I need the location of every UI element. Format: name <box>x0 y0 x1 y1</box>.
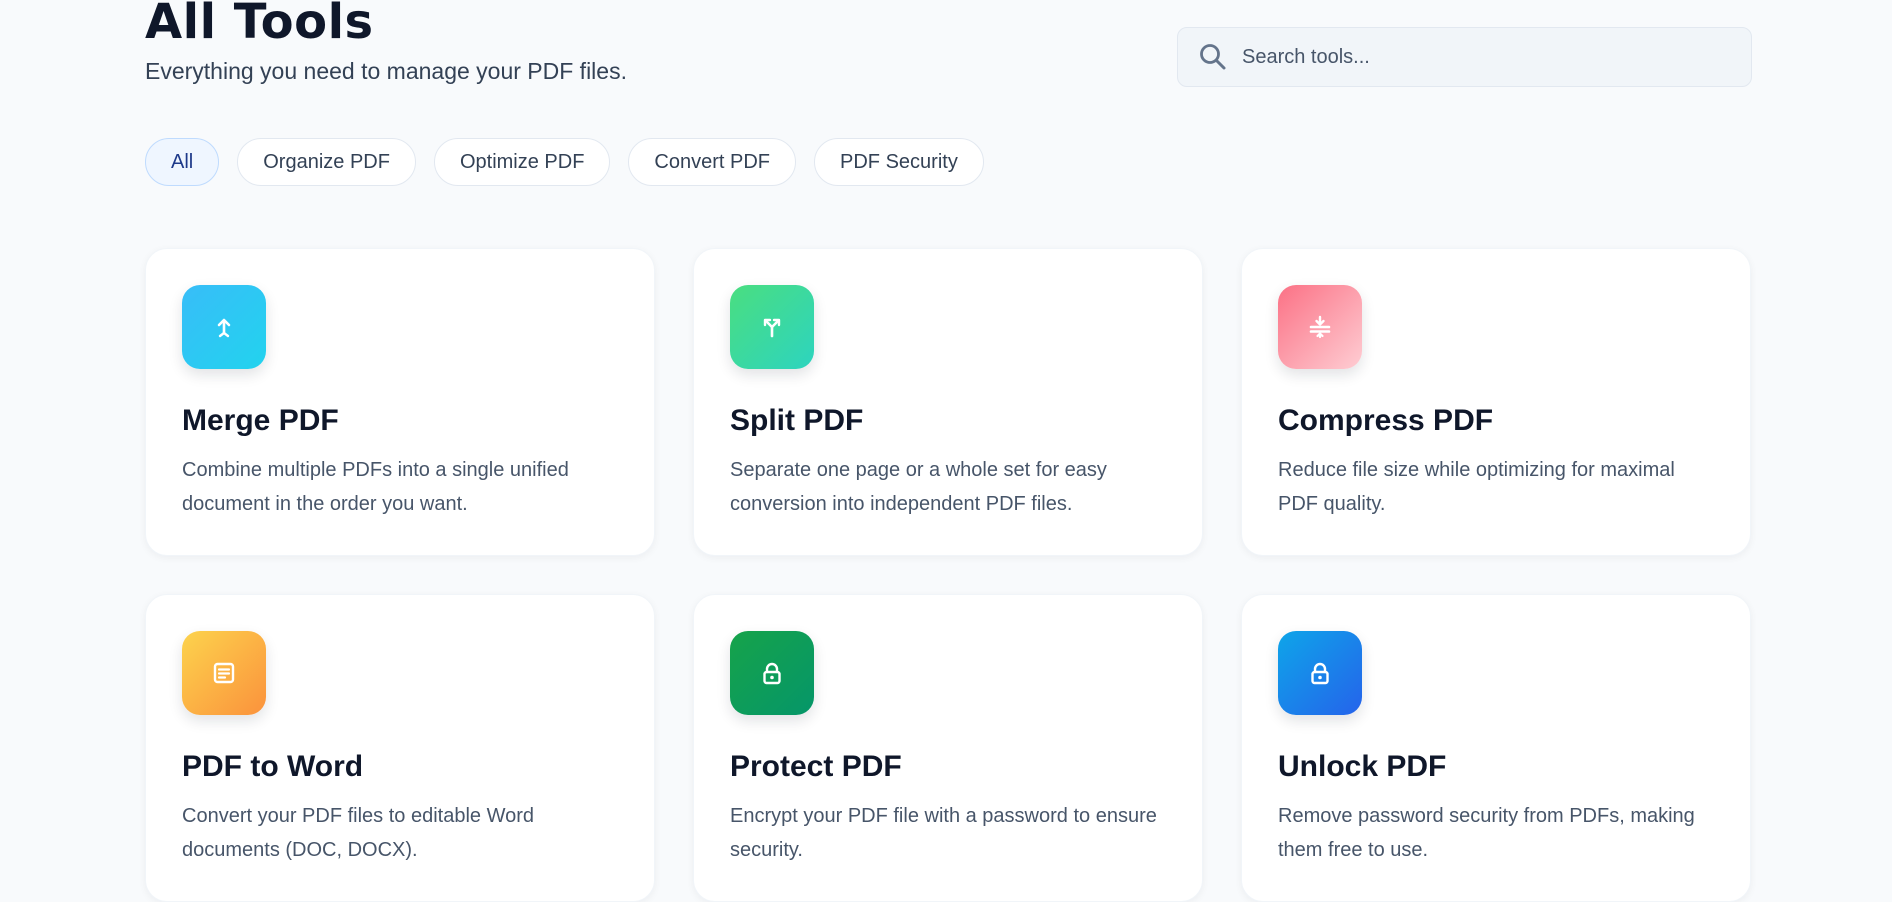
tool-description: Reduce file size while optimizing for ma… <box>1278 459 1675 515</box>
search-icon <box>1198 42 1228 72</box>
tool-description: Separate one page or a whole set for eas… <box>730 459 1107 515</box>
tools-grid: Merge PDF Combine multiple PDFs into a s… <box>145 248 1751 902</box>
filter-chips: All Organize PDF Optimize PDF Convert PD… <box>145 138 984 186</box>
tool-title: Merge PDF <box>182 404 339 437</box>
tool-description: Combine multiple PDFs into a single unif… <box>182 459 569 515</box>
search-input[interactable] <box>1242 45 1722 69</box>
merge-icon <box>182 285 266 369</box>
tool-title: PDF to Word <box>182 750 364 783</box>
filter-chip-all[interactable]: All <box>145 138 220 186</box>
tool-description: Convert your PDF files to editable Word … <box>182 805 535 861</box>
tool-title: Compress PDF <box>1278 404 1494 437</box>
tool-card-pdf-to-word[interactable]: PDF to Word Convert your PDF files to ed… <box>145 594 655 902</box>
split-icon <box>730 285 814 369</box>
search-box[interactable] <box>1177 27 1752 87</box>
filter-chip-organize-pdf[interactable]: Organize PDF <box>237 138 416 186</box>
document-icon <box>182 631 266 715</box>
tool-card-protect-pdf[interactable]: Protect PDF Encrypt your PDF file with a… <box>693 594 1203 902</box>
compress-icon <box>1278 285 1362 369</box>
tool-description: Remove password security from PDFs, maki… <box>1278 805 1695 861</box>
filter-chip-pdf-security[interactable]: PDF Security <box>814 138 984 186</box>
filter-chip-convert-pdf[interactable]: Convert PDF <box>628 138 797 186</box>
tool-card-merge-pdf[interactable]: Merge PDF Combine multiple PDFs into a s… <box>145 248 655 556</box>
page-title: All Tools <box>145 0 374 50</box>
tool-card-unlock-pdf[interactable]: Unlock PDF Remove password security from… <box>1241 594 1751 902</box>
tool-card-compress-pdf[interactable]: Compress PDF Reduce file size while opti… <box>1241 248 1751 556</box>
page-subtitle: Everything you need to manage your PDF f… <box>145 58 627 84</box>
tool-title: Protect PDF <box>730 750 902 783</box>
lock-icon <box>730 631 814 715</box>
tool-title: Split PDF <box>730 404 864 437</box>
filter-chip-optimize-pdf[interactable]: Optimize PDF <box>433 138 611 186</box>
tool-description: Encrypt your PDF file with a password to… <box>730 805 1157 861</box>
tool-title: Unlock PDF <box>1278 750 1447 783</box>
unlock-icon <box>1278 631 1362 715</box>
tool-card-split-pdf[interactable]: Split PDF Separate one page or a whole s… <box>693 248 1203 556</box>
